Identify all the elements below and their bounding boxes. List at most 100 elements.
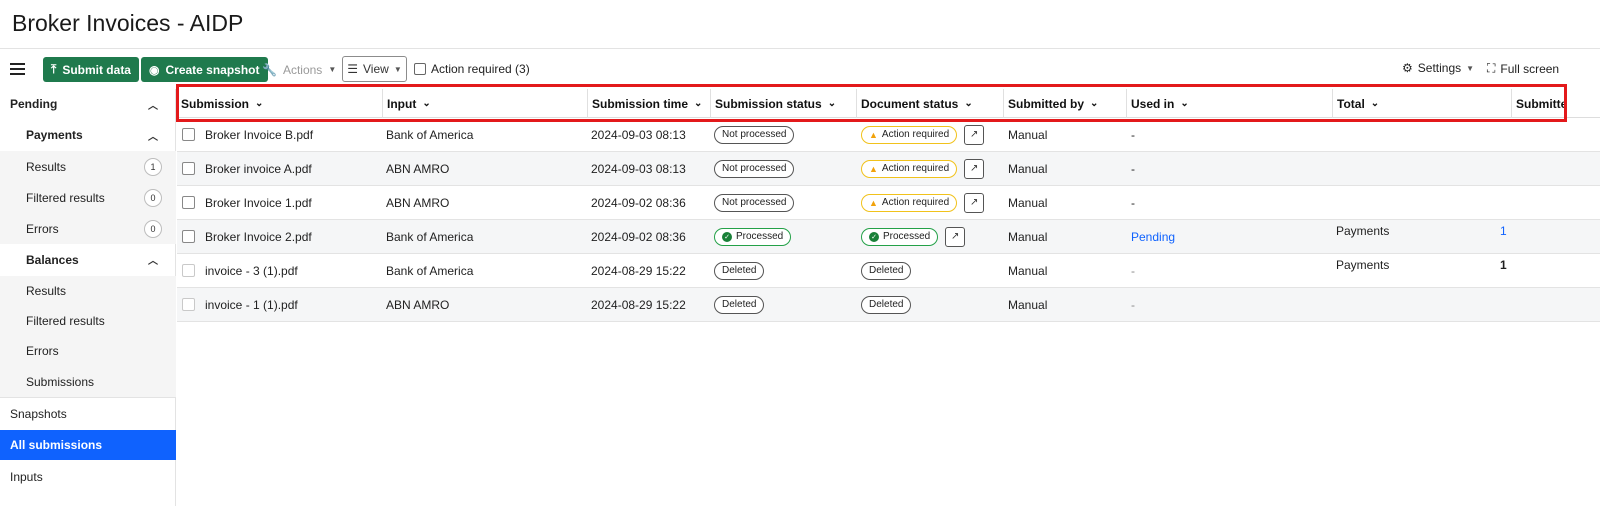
action-required-checkbox[interactable] bbox=[414, 63, 426, 75]
column-header-submission-time[interactable]: Submission time ⌄ bbox=[587, 89, 711, 118]
cell-document-status: ✓ Processed ↗ bbox=[861, 220, 966, 253]
menu-icon[interactable] bbox=[10, 63, 25, 75]
row-checkbox[interactable] bbox=[182, 230, 195, 243]
cell-input: ABN AMRO bbox=[386, 161, 450, 176]
full-screen-label: Full screen bbox=[1500, 61, 1560, 76]
submission-status-badge: Not processed bbox=[714, 125, 795, 144]
cell-submission-status: Deleted bbox=[714, 254, 765, 287]
upload-icon: ⤒ bbox=[51, 62, 57, 76]
sidebar-item-balances-errors[interactable]: Errors bbox=[0, 336, 176, 366]
column-header-total[interactable]: Total ⌄ bbox=[1332, 89, 1512, 118]
cell-submission-time: 2024-08-29 15:22 bbox=[591, 263, 686, 278]
used-in-link[interactable]: Pending bbox=[1131, 230, 1175, 244]
column-label: Total bbox=[1337, 96, 1365, 111]
submission-status-badge: Not processed bbox=[714, 193, 795, 212]
sidebar-group-balances[interactable]: Balances ︿ bbox=[0, 244, 176, 275]
table-row[interactable]: Broker Invoice 2.pdf Bank of America 202… bbox=[177, 220, 1600, 254]
cell-submission-status: Not processed bbox=[714, 118, 795, 151]
sidebar-item-balances-submissions[interactable]: Submissions bbox=[0, 366, 176, 397]
sidebar-group-payments[interactable]: Payments ︿ bbox=[0, 120, 176, 150]
sidebar-item-balances-filtered[interactable]: Filtered results bbox=[0, 306, 176, 336]
row-checkbox[interactable] bbox=[182, 162, 195, 175]
open-external-icon[interactable]: ↗ bbox=[964, 124, 985, 145]
settings-button[interactable]: ⚙ Settings ▼ bbox=[1402, 61, 1474, 75]
cell-submission-time: 2024-09-02 08:36 bbox=[591, 229, 686, 244]
wrench-icon: 🔧 bbox=[262, 62, 277, 77]
status-label: Action required bbox=[881, 129, 950, 140]
sidebar-item-label: Results bbox=[26, 284, 67, 298]
open-external-icon[interactable]: ↗ bbox=[964, 192, 985, 213]
column-header-used-in[interactable]: Used in ⌄ bbox=[1126, 89, 1333, 118]
cell-submission-time: 2024-09-03 08:13 bbox=[591, 161, 686, 176]
expand-icon: ⛶ bbox=[1487, 61, 1496, 75]
table-row[interactable]: Broker Invoice B.pdf Bank of America 202… bbox=[177, 118, 1600, 152]
row-checkbox[interactable] bbox=[182, 298, 195, 311]
caret-down-icon: ▼ bbox=[328, 65, 337, 74]
cell-document-status: ▲ Action required ↗ bbox=[861, 152, 985, 185]
document-status-badge: ✓ Processed bbox=[861, 227, 939, 246]
warning-icon: ▲ bbox=[869, 129, 878, 140]
sidebar-item-label: Snapshots bbox=[10, 406, 67, 421]
sidebar-item-balances-results[interactable]: Results bbox=[0, 276, 176, 306]
cell-submission: Broker Invoice 1.pdf bbox=[205, 195, 312, 210]
row-checkbox[interactable] bbox=[182, 128, 195, 141]
sidebar-item-payments-errors[interactable]: Errors 0 bbox=[0, 213, 176, 244]
submission-status-badge: ✓ Processed bbox=[714, 227, 792, 246]
table-row[interactable]: Broker Invoice 1.pdf ABN AMRO 2024-09-02… bbox=[177, 186, 1600, 220]
chevron-down-icon: ⌄ bbox=[1180, 98, 1189, 109]
full-screen-button[interactable]: ⛶ Full screen bbox=[1487, 61, 1559, 76]
view-label: View bbox=[363, 62, 389, 76]
chevron-down-icon: ⌄ bbox=[827, 98, 837, 109]
cell-total-value[interactable]: 1 bbox=[1500, 220, 1507, 253]
column-header-input[interactable]: Input ⌄ bbox=[382, 89, 587, 118]
cell-submission-time: 2024-09-02 08:36 bbox=[591, 195, 686, 210]
cell-submission: Broker Invoice 2.pdf bbox=[205, 229, 312, 244]
table-row[interactable]: invoice - 3 (1).pdf Bank of America 2024… bbox=[177, 254, 1600, 288]
sidebar-group-pending[interactable]: Pending ︿ bbox=[0, 89, 176, 119]
cell-submission: Broker invoice A.pdf bbox=[205, 161, 312, 176]
column-label: Used in bbox=[1131, 96, 1175, 111]
submission-status-badge: Deleted bbox=[714, 295, 765, 314]
submit-data-button[interactable]: ⤒ Submit data bbox=[43, 57, 139, 82]
cell-document-status: ▲ Action required ↗ bbox=[861, 118, 985, 151]
cell-submitted-by: Manual bbox=[1008, 297, 1048, 312]
cell-submission-status: Deleted bbox=[714, 288, 765, 321]
sidebar-item-snapshots[interactable]: Snapshots bbox=[0, 398, 176, 429]
sidebar-item-payments-results[interactable]: Results 1 bbox=[0, 151, 176, 182]
action-required-filter[interactable]: Action required (3) bbox=[414, 62, 530, 76]
sidebar-item-label: Inputs bbox=[10, 469, 43, 484]
open-external-icon[interactable]: ↗ bbox=[964, 158, 985, 179]
column-header-document-status[interactable]: Document status ⌄ bbox=[856, 89, 1004, 118]
table-row[interactable]: invoice - 1 (1).pdf ABN AMRO 2024-08-29 … bbox=[177, 288, 1600, 322]
row-checkbox[interactable] bbox=[182, 196, 195, 209]
chevron-up-icon: ︿ bbox=[148, 131, 158, 143]
sidebar-item-inputs[interactable]: Inputs bbox=[0, 461, 176, 492]
cell-submission-time: 2024-08-29 15:22 bbox=[591, 297, 686, 312]
cell-submitted-by: Manual bbox=[1008, 161, 1048, 176]
chevron-down-icon: ⌄ bbox=[1090, 98, 1099, 109]
sidebar-item-all-submissions[interactable]: All submissions bbox=[0, 430, 176, 460]
view-button[interactable]: ☰ View ▼ bbox=[342, 56, 407, 82]
sidebar-item-payments-filtered[interactable]: Filtered results 0 bbox=[0, 182, 176, 213]
column-header-submission[interactable]: Submission ⌄ bbox=[177, 89, 383, 118]
row-checkbox[interactable] bbox=[182, 264, 195, 277]
cell-total-label: Payments bbox=[1336, 258, 1390, 272]
open-external-icon[interactable]: ↗ bbox=[945, 226, 966, 247]
column-header-submission-status[interactable]: Submission status ⌄ bbox=[710, 89, 857, 118]
settings-label: Settings bbox=[1417, 61, 1462, 75]
cell-input: Bank of America bbox=[386, 127, 474, 142]
table-row[interactable]: Broker invoice A.pdf ABN AMRO 2024-09-03… bbox=[177, 152, 1600, 186]
caret-down-icon: ▼ bbox=[1466, 63, 1475, 73]
sidebar-item-label: Submissions bbox=[26, 374, 95, 389]
actions-label: Actions bbox=[282, 62, 323, 77]
document-status-badge: Deleted bbox=[861, 261, 912, 280]
table-header: Submission ⌄ Input ⌄ Submission time ⌄ Subm… bbox=[177, 89, 1600, 118]
column-header-submitted-by[interactable]: Submitted by ⌄ bbox=[1003, 89, 1127, 118]
create-snapshot-button[interactable]: ◉ Create snapshot bbox=[141, 57, 268, 82]
cell-document-status: Deleted bbox=[861, 254, 912, 287]
actions-button[interactable]: 🔧 Actions ▼ bbox=[262, 57, 336, 82]
column-header-submitted-partial[interactable]: Submitte bbox=[1511, 89, 1600, 118]
action-required-label: Action required (3) bbox=[431, 62, 530, 76]
count-badge: 1 bbox=[144, 157, 162, 176]
check-circle-icon: ✓ bbox=[722, 231, 732, 242]
